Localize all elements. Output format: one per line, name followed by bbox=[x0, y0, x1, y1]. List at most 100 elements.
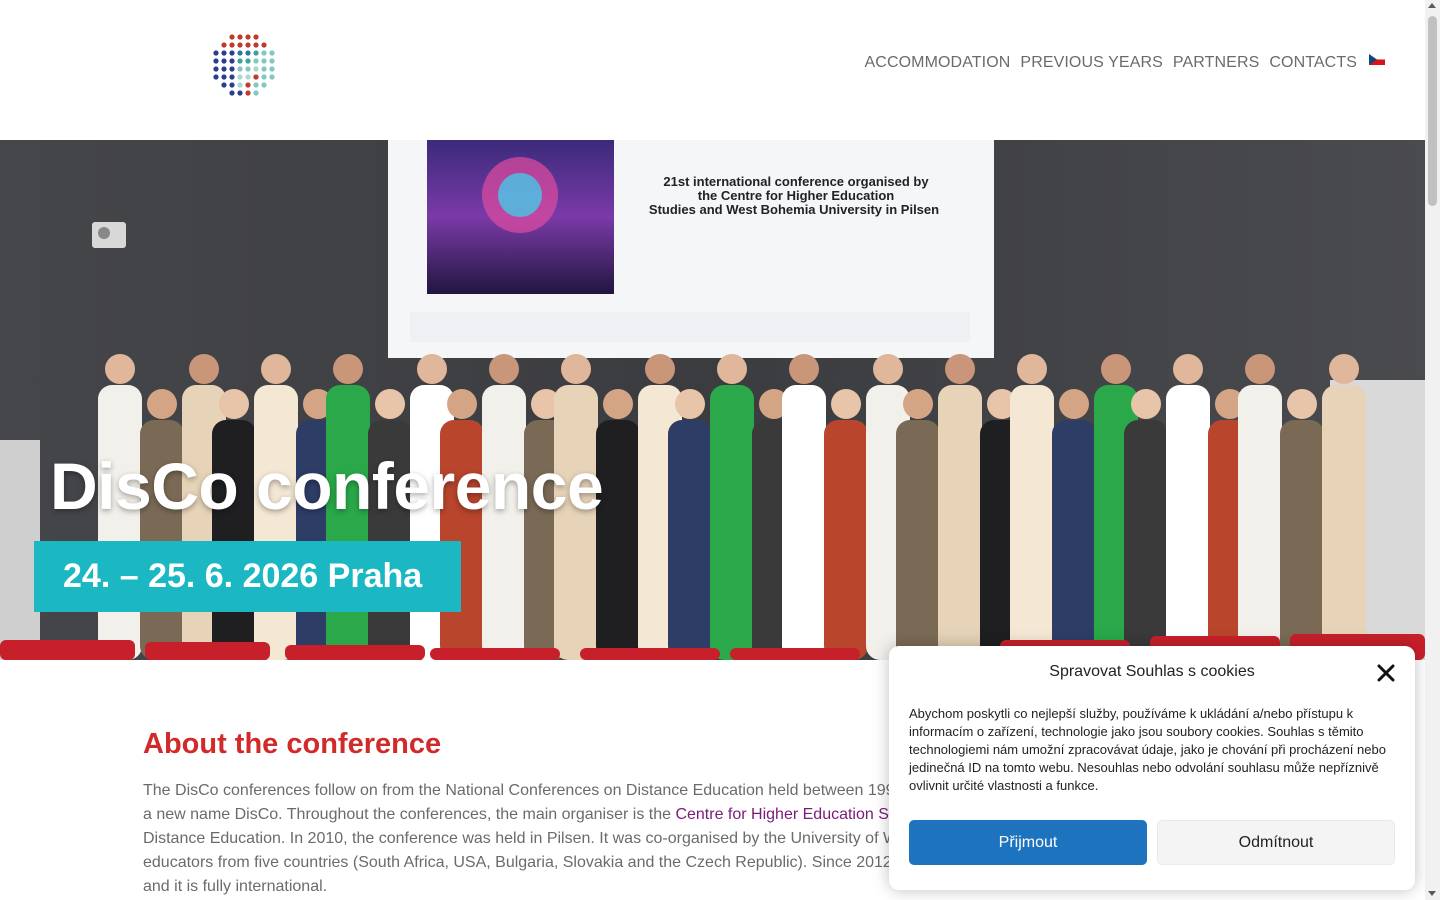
nav-contacts[interactable]: CONTACTS bbox=[1269, 54, 1357, 72]
deny-button[interactable]: Odmítnout bbox=[1157, 820, 1395, 865]
scroll-down-arrow-icon[interactable] bbox=[1428, 891, 1436, 896]
logo-dot bbox=[237, 82, 243, 88]
person-head bbox=[1329, 354, 1359, 384]
logo-dot bbox=[253, 66, 259, 72]
about-line-2: a new name DisCo. Throughout the confere… bbox=[143, 803, 903, 827]
nav-previous-years[interactable]: PREVIOUS YEARS bbox=[1020, 54, 1163, 72]
person-body bbox=[896, 420, 940, 660]
person-head bbox=[831, 389, 861, 419]
accept-button[interactable]: Přijmout bbox=[909, 820, 1147, 865]
logo-dot bbox=[245, 90, 251, 96]
close-icon[interactable] bbox=[1377, 664, 1395, 682]
dot-grid-logo-icon[interactable] bbox=[212, 33, 276, 97]
person-head bbox=[717, 354, 747, 384]
logo-dot bbox=[229, 82, 235, 88]
person-head bbox=[1131, 389, 1161, 419]
main-nav: ACCOMMODATION PREVIOUS YEARS PARTNERS CO… bbox=[865, 53, 1385, 72]
czech-flag-icon[interactable] bbox=[1369, 53, 1385, 65]
logo-dot bbox=[213, 58, 219, 64]
person-head bbox=[561, 354, 591, 384]
logo-dot bbox=[269, 66, 275, 72]
logo-dot bbox=[229, 58, 235, 64]
logo-dot bbox=[237, 58, 243, 64]
cookie-body: Abychom poskytli co nejlepší služby, pou… bbox=[909, 706, 1386, 793]
logo-dot bbox=[229, 34, 235, 40]
logo-dot bbox=[245, 74, 251, 80]
page-scrollbar[interactable] bbox=[1425, 0, 1440, 900]
logo-dot bbox=[237, 34, 243, 40]
about-line-4: educators from five countries (South Afr… bbox=[143, 854, 903, 871]
hero-banner: 21st international conference organised … bbox=[0, 140, 1425, 660]
person-head bbox=[447, 389, 477, 419]
person-body bbox=[1280, 420, 1324, 660]
person-head bbox=[873, 354, 903, 384]
logo-dot bbox=[221, 74, 227, 80]
person-body bbox=[710, 385, 754, 660]
logo-dot bbox=[269, 58, 275, 64]
logo-dot bbox=[229, 66, 235, 72]
person-head bbox=[333, 354, 363, 384]
cookie-consent-dialog: Spravovat Souhlas s cookies Abychom posk… bbox=[889, 646, 1415, 890]
logo-dot bbox=[269, 74, 275, 80]
logo-dot bbox=[269, 50, 275, 56]
logo-dot bbox=[229, 90, 235, 96]
logo-dot bbox=[261, 50, 267, 56]
logo-dot bbox=[221, 50, 227, 56]
person-body bbox=[938, 385, 982, 660]
person-head bbox=[1287, 389, 1317, 419]
logo-dot bbox=[261, 58, 267, 64]
logo-dot bbox=[237, 66, 243, 72]
logo-dot bbox=[237, 50, 243, 56]
person-head bbox=[603, 389, 633, 419]
logo-dot bbox=[253, 90, 259, 96]
nav-partners[interactable]: PARTNERS bbox=[1173, 54, 1259, 72]
logo-dot bbox=[229, 50, 235, 56]
logo-dot bbox=[253, 50, 259, 56]
person-head bbox=[375, 389, 405, 419]
logo-dot bbox=[221, 42, 227, 48]
logo-dot bbox=[253, 42, 259, 48]
scroll-up-arrow-icon[interactable] bbox=[1428, 3, 1436, 8]
about-line-3: Distance Education. In 2010, the confere… bbox=[143, 830, 899, 847]
person-head bbox=[789, 354, 819, 384]
screen-line-3: Studies and West Bohemia University in P… bbox=[649, 202, 939, 217]
person-head bbox=[1173, 354, 1203, 384]
person-head bbox=[261, 354, 291, 384]
person-body bbox=[1238, 385, 1282, 660]
about-line-2-text: a new name DisCo. Throughout the confere… bbox=[143, 806, 676, 823]
nav-accommodation[interactable]: ACCOMMODATION bbox=[865, 54, 1011, 72]
logo-dot bbox=[213, 66, 219, 72]
person-head bbox=[489, 354, 519, 384]
site-header: ACCOMMODATION PREVIOUS YEARS PARTNERS CO… bbox=[0, 0, 1425, 140]
person-head bbox=[675, 389, 705, 419]
logo-dot bbox=[253, 82, 259, 88]
logo-dot bbox=[245, 66, 251, 72]
screen-line-1: 21st international conference organised … bbox=[663, 174, 929, 189]
screen-line-2: the Centre for Higher Education bbox=[698, 188, 895, 203]
ches-link[interactable]: Centre for Higher Education S bbox=[675, 806, 888, 823]
logo-dot bbox=[237, 90, 243, 96]
cookie-title: Spravovat Souhlas s cookies bbox=[1049, 663, 1255, 680]
about-line-5: and it is fully international. bbox=[143, 878, 328, 895]
person-body bbox=[1052, 420, 1096, 660]
person-body bbox=[782, 385, 826, 660]
person-head bbox=[105, 354, 135, 384]
logo-dot bbox=[245, 50, 251, 56]
person-head bbox=[903, 389, 933, 419]
logo-dot bbox=[213, 74, 219, 80]
logo-dot bbox=[213, 50, 219, 56]
about-title: About the conference bbox=[143, 728, 442, 760]
logo-dot bbox=[253, 74, 259, 80]
scroll-thumb[interactable] bbox=[1428, 16, 1437, 206]
logo-dot bbox=[221, 58, 227, 64]
logo-dot bbox=[261, 82, 267, 88]
person-head bbox=[1059, 389, 1089, 419]
hero-date-badge: 24. – 25. 6. 2026 Praha bbox=[34, 541, 461, 612]
logo-dot bbox=[229, 74, 235, 80]
person-body bbox=[1322, 385, 1366, 660]
about-line-1: The DisCo conferences follow on from the… bbox=[143, 782, 895, 799]
about-paragraph: The DisCo conferences follow on from the… bbox=[143, 779, 903, 899]
logo-dot bbox=[221, 82, 227, 88]
logo-dot bbox=[237, 42, 243, 48]
logo-dot bbox=[253, 58, 259, 64]
